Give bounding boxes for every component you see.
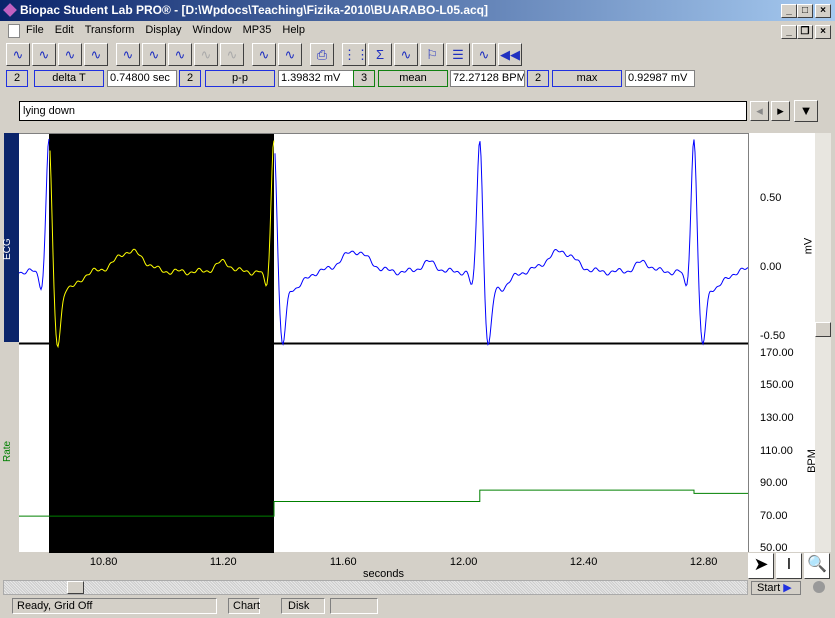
y-tick-label: 0.00 — [760, 260, 782, 273]
y-unit-label: mV — [802, 237, 815, 255]
x-tick-label: 11.60 — [329, 556, 357, 568]
measurement-value-2: 1.39832 mV — [278, 70, 354, 87]
menu-bar: File Edit Transform Display Window MP35 Help — [8, 24, 316, 40]
y-tick-label: 130.00 — [760, 411, 794, 424]
status-text: Ready, Grid Off — [12, 598, 217, 614]
journal-input[interactable] — [19, 101, 747, 121]
window-title: Biopac Student Lab PRO® - [D:\Wpdocs\Tea… — [20, 3, 489, 17]
grid-button[interactable]: ⋮⋮ — [342, 43, 369, 66]
menu-edit[interactable]: Edit — [55, 24, 74, 40]
chart-button[interactable]: ∿ — [472, 43, 496, 66]
x-tick-label: 12.80 — [689, 556, 718, 568]
title-bar: Biopac Student Lab PRO® - [D:\Wpdocs\Tea… — [0, 0, 835, 21]
close-button[interactable]: × — [815, 4, 831, 18]
y-tick-label: 90.00 — [760, 477, 788, 490]
measurement-channel-2[interactable]: 2 — [179, 70, 201, 87]
y-tick-label: 170.00 — [760, 346, 794, 359]
horizontal-scrollbar[interactable] — [3, 580, 748, 595]
journal-next-button[interactable]: ▸ — [771, 101, 790, 121]
overlap-button[interactable]: ∿ — [6, 43, 30, 66]
x-tick-label: 12.00 — [449, 556, 478, 568]
menu-display[interactable]: Display — [145, 24, 181, 40]
pointer-tool[interactable]: ➤ — [748, 553, 774, 579]
journal-prev-button[interactable]: ◂ — [750, 101, 769, 121]
rewind-button[interactable]: ◀◀ — [498, 43, 522, 66]
chart-mode[interactable]: Chart — [228, 598, 260, 614]
maximize-button[interactable]: □ — [797, 4, 813, 18]
y-tick-label: 70.00 — [760, 509, 788, 522]
measurement-label-4[interactable]: max — [552, 70, 622, 87]
print-button[interactable]: ⎙ — [310, 43, 334, 66]
measurement-label-3[interactable]: mean — [378, 70, 448, 87]
toolbar: ∿ ∿ ∿ ∿ ∿ ∿ ∿ ∿ ∿ ∿ ∿ ⎙ ⋮⋮ Σ ∿ ⚐ ☰ ∿ ◀◀ — [6, 43, 526, 67]
plot-area[interactable] — [18, 133, 749, 553]
disabled-2-button[interactable]: ∿ — [220, 43, 244, 66]
scroll-thumb[interactable] — [815, 322, 831, 337]
peak-button[interactable]: ∿ — [252, 43, 276, 66]
x-tick-label: 10.80 — [89, 556, 118, 568]
measurement-label-1[interactable]: delta T — [34, 70, 104, 87]
app-icon — [3, 3, 17, 17]
measurement-value-4: 0.92987 mV — [625, 70, 695, 87]
measurement-channel-4[interactable]: 2 — [527, 70, 549, 87]
autoscale-button[interactable]: ∿ — [116, 43, 140, 66]
disk-mode[interactable]: Disk — [281, 598, 325, 614]
ecg-trace — [274, 139, 749, 346]
ibeam-tool[interactable]: I — [776, 553, 802, 579]
record-indicator-icon — [813, 581, 825, 593]
y-tick-label: 150.00 — [760, 379, 794, 392]
measurement-bar: 2 delta T 0.74800 sec 2 p-p 1.39832 mV 3 mean 72… — [6, 70, 706, 88]
doc-minimize-button[interactable]: _ — [781, 25, 797, 39]
disabled-1-button[interactable]: ∿ — [194, 43, 218, 66]
journal-button[interactable]: ☰ — [446, 43, 470, 66]
doc-restore-button[interactable]: ❐ — [797, 25, 813, 39]
measurement-label-2[interactable]: p-p — [205, 70, 275, 87]
doc-close-button[interactable]: × — [815, 25, 831, 39]
menu-help[interactable]: Help — [282, 24, 305, 40]
menu-transform[interactable]: Transform — [85, 24, 135, 40]
zoom-tool[interactable]: 🔍 — [804, 553, 830, 579]
x-tick-label: 11.20 — [209, 556, 237, 568]
menu-window[interactable]: Window — [193, 24, 232, 40]
ecg-channel-label: ECG — [2, 238, 13, 260]
y-tick-label: 0.50 — [760, 192, 782, 205]
marker-button[interactable]: ⚐ — [420, 43, 444, 66]
journal-dropdown-button[interactable]: ▼ — [794, 100, 818, 122]
minimize-button[interactable]: _ — [781, 4, 797, 18]
measurement-value-1: 0.74800 sec — [107, 70, 177, 87]
vertical-scrollbar[interactable] — [815, 133, 831, 552]
peak2-button[interactable]: ∿ — [278, 43, 302, 66]
y-tick-label: -0.50 — [760, 329, 786, 342]
measurement-value-3: 72.27128 BPM — [450, 70, 525, 87]
measurement-channel-3[interactable]: 3 — [353, 70, 375, 87]
sigma-button[interactable]: Σ — [368, 43, 392, 66]
start-button[interactable]: Start ▶ — [751, 581, 801, 595]
menu-file[interactable]: File — [26, 24, 44, 40]
play-icon: ▶ — [783, 582, 792, 594]
menu-mp35[interactable]: MP35 — [243, 24, 272, 40]
adjust-button[interactable]: ∿ — [142, 43, 166, 66]
rate-channel-label: Rate — [2, 440, 13, 462]
measure-button[interactable]: ∿ — [394, 43, 418, 66]
waveform-svg — [18, 134, 749, 553]
find-button[interactable]: ∿ — [58, 43, 82, 66]
start-label: Start — [757, 582, 781, 594]
h-scroll-thumb[interactable] — [67, 581, 84, 594]
waveform-button[interactable]: ∿ — [168, 43, 192, 66]
split-button[interactable]: ∿ — [32, 43, 56, 66]
x-tick-label: 12.40 — [569, 556, 598, 568]
ecg-button[interactable]: ∿ — [84, 43, 108, 66]
y-tick-label: 110.00 — [760, 444, 793, 457]
measurement-channel-1[interactable]: 2 — [6, 70, 28, 87]
status-empty — [330, 598, 378, 614]
ecg-trace-left — [18, 138, 50, 291]
x-axis-label: seconds — [363, 568, 404, 580]
document-icon — [8, 24, 20, 38]
